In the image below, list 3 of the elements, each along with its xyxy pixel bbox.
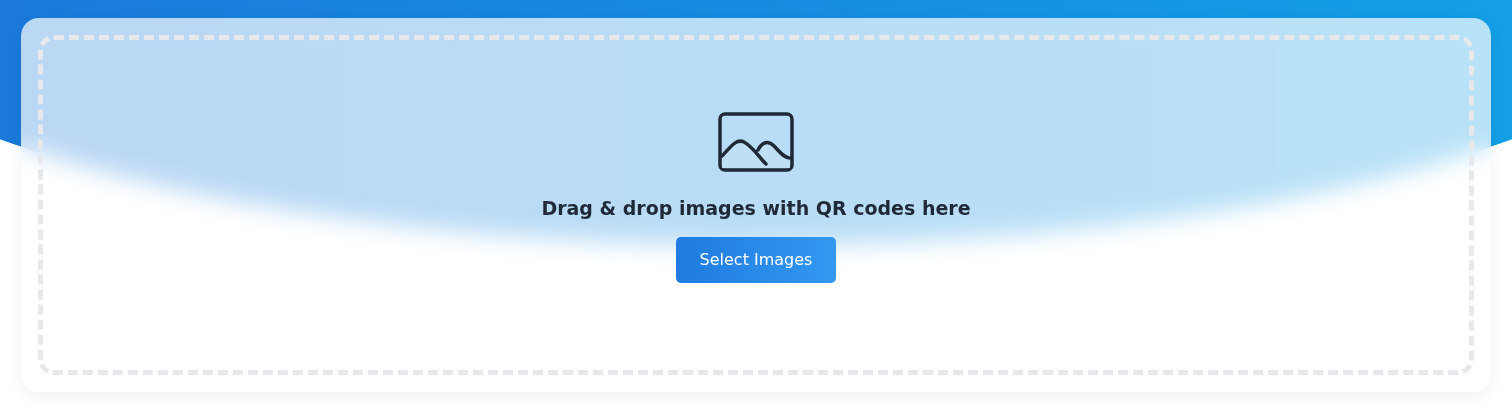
select-images-button[interactable]: Select Images	[675, 236, 837, 283]
image-icon	[718, 112, 794, 172]
drop-prompt: Drag & drop images with QR codes here	[541, 196, 971, 221]
